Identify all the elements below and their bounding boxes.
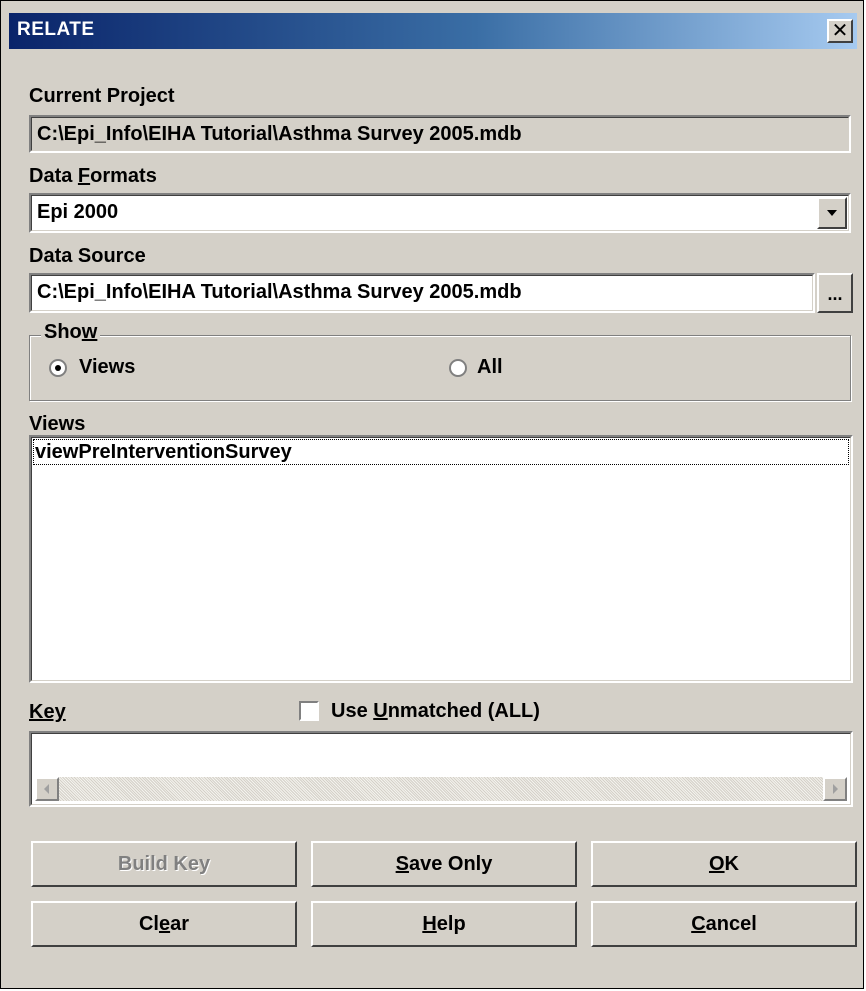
views-radio[interactable]: [49, 359, 67, 377]
use-unmatched-checkbox[interactable]: [299, 701, 319, 721]
chevron-down-icon: [827, 210, 837, 216]
key-field[interactable]: [29, 731, 853, 807]
data-source-label: Data Source: [29, 245, 146, 267]
data-formats-label: Data Formats: [29, 165, 157, 187]
show-legend: Show: [41, 321, 101, 344]
data-formats-selected: Epi 2000: [37, 201, 119, 223]
clear-label: Clear: [138, 912, 190, 935]
close-icon: ✕: [831, 20, 849, 42]
chevron-right-icon: [833, 784, 838, 794]
save-only-label: Save Only: [395, 852, 493, 875]
build-key-label: Build Key: [117, 852, 211, 875]
current-project-label: Current Project: [29, 85, 175, 107]
all-radio[interactable]: [449, 359, 467, 377]
cancel-label: Cancel: [691, 912, 757, 935]
browse-button[interactable]: ...: [817, 273, 853, 313]
cancel-button[interactable]: Cancel: [591, 901, 857, 947]
title-bar[interactable]: RELATE ✕: [9, 13, 857, 49]
scroll-right-button[interactable]: [823, 777, 847, 801]
chevron-left-icon: [44, 784, 49, 794]
build-key-button[interactable]: Build Key: [31, 841, 297, 887]
ok-button[interactable]: OK: [591, 841, 857, 887]
views-list-label: Views: [29, 413, 86, 435]
data-formats-select[interactable]: Epi 2000: [29, 193, 851, 233]
save-only-button[interactable]: Save Only: [311, 841, 577, 887]
relate-dialog: RELATE ✕ Current Project C:\Epi_Info\EIH…: [0, 0, 864, 989]
browse-label: ...: [827, 284, 843, 304]
radio-selected-dot: [55, 365, 61, 371]
use-unmatched-label[interactable]: Use Unmatched (ALL): [331, 700, 540, 723]
all-radio-label[interactable]: All: [477, 356, 503, 379]
close-button[interactable]: ✕: [827, 19, 853, 43]
clear-button[interactable]: Clear: [31, 901, 297, 947]
window-title: RELATE: [17, 19, 95, 40]
current-project-value: C:\Epi_Info\EIHA Tutorial\Asthma Survey …: [37, 123, 522, 145]
ok-label: OK: [708, 852, 739, 875]
key-label: Key: [29, 701, 66, 723]
views-listbox[interactable]: viewPreInterventionSurvey: [29, 435, 853, 683]
data-source-value: C:\Epi_Info\EIHA Tutorial\Asthma Survey …: [37, 281, 522, 303]
key-horizontal-scrollbar[interactable]: [35, 777, 847, 801]
data-source-field[interactable]: C:\Epi_Info\EIHA Tutorial\Asthma Survey …: [29, 273, 815, 313]
help-button[interactable]: Help: [311, 901, 577, 947]
current-project-field: C:\Epi_Info\EIHA Tutorial\Asthma Survey …: [29, 115, 851, 153]
views-radio-label[interactable]: Views: [79, 356, 135, 379]
list-item[interactable]: viewPreInterventionSurvey: [35, 441, 292, 464]
scroll-left-button[interactable]: [35, 777, 59, 801]
show-groupbox: [29, 335, 851, 401]
data-formats-dropdown-button[interactable]: [817, 197, 847, 229]
help-label: Help: [422, 912, 466, 935]
